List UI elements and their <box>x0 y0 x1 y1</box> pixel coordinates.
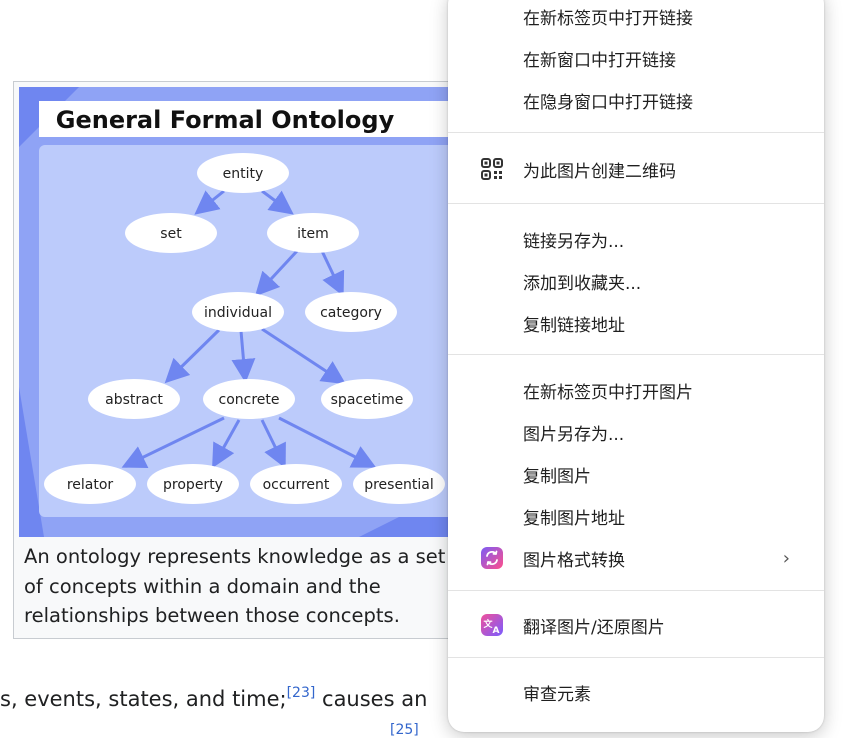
node-spacetime: spacetime <box>331 392 404 408</box>
node-presential: presential <box>364 477 434 493</box>
node-property: property <box>163 477 223 493</box>
menu-item-label: 为此图片创建二维码 <box>523 161 676 182</box>
menu-item-label: 链接另存为... <box>523 231 625 252</box>
figure-thumbnail: General Formal Ontology entity set item … <box>13 81 473 639</box>
menu-copy-image-address[interactable]: 复制图片地址 <box>448 496 824 536</box>
node-occurrent: occurrent <box>263 477 330 493</box>
menu-add-to-favorites[interactable]: 添加到收藏夹... <box>448 261 824 301</box>
menu-open-link-incognito[interactable]: 在隐身窗口中打开链接 <box>448 80 824 120</box>
menu-item-label: 复制图片地址 <box>523 508 625 529</box>
diagram-title: General Formal Ontology <box>56 106 395 134</box>
image-convert-icon <box>480 546 504 570</box>
menu-separator <box>448 657 824 658</box>
node-set: set <box>160 226 182 242</box>
ontology-image[interactable]: General Formal Ontology entity set item … <box>19 87 459 537</box>
menu-copy-image[interactable]: 复制图片 <box>448 454 824 494</box>
chevron-right-icon: › <box>782 547 790 569</box>
menu-item-label: 图片另存为... <box>523 424 625 445</box>
body-text-start: s, events, states, and time; <box>0 687 287 711</box>
node-concrete: concrete <box>219 392 280 408</box>
qr-code-icon <box>480 157 504 181</box>
citation-link-partial[interactable]: [25] <box>390 722 419 738</box>
node-relator: relator <box>67 477 114 493</box>
node-abstract: abstract <box>105 392 163 408</box>
node-category: category <box>320 305 382 321</box>
menu-item-label: 在隐身窗口中打开链接 <box>523 92 693 113</box>
menu-save-link-as[interactable]: 链接另存为... <box>448 219 824 259</box>
menu-item-label: 图片格式转换 <box>523 550 625 571</box>
menu-create-qr-code[interactable]: 为此图片创建二维码 <box>448 149 824 189</box>
menu-item-label: 在新标签页中打开链接 <box>523 8 693 29</box>
node-item: item <box>297 226 329 242</box>
menu-separator <box>448 203 824 204</box>
menu-open-image-new-tab[interactable]: 在新标签页中打开图片 <box>448 370 824 410</box>
node-individual: individual <box>204 305 272 321</box>
menu-item-label: 在新标签页中打开图片 <box>523 382 693 403</box>
context-menu: 在新标签页中打开链接 在新窗口中打开链接 在隐身窗口中打开链接 为此图片创建二维… <box>448 0 824 732</box>
translate-icon: 文 A <box>480 613 504 637</box>
menu-open-link-new-tab[interactable]: 在新标签页中打开链接 <box>448 0 824 36</box>
menu-open-link-new-window[interactable]: 在新窗口中打开链接 <box>448 38 824 78</box>
body-text-line: s, events, states, and time;[23] causes … <box>0 685 427 711</box>
menu-item-label: 复制图片 <box>523 466 591 487</box>
citation-link[interactable]: [23] <box>287 685 316 701</box>
ontology-diagram: General Formal Ontology entity set item … <box>19 87 459 537</box>
menu-item-label: 翻译图片/还原图片 <box>523 617 665 638</box>
menu-save-image-as[interactable]: 图片另存为... <box>448 412 824 452</box>
menu-image-format-convert[interactable]: 图片格式转换 › <box>448 538 824 578</box>
node-entity: entity <box>223 166 264 182</box>
menu-item-label: 在新窗口中打开链接 <box>523 50 676 71</box>
menu-copy-link-address[interactable]: 复制链接地址 <box>448 303 824 343</box>
body-text-end: causes an <box>315 687 428 711</box>
svg-text:A: A <box>493 626 500 636</box>
menu-separator <box>448 590 824 591</box>
figure-caption: An ontology represents knowledge as a se… <box>24 545 446 627</box>
menu-separator <box>448 354 824 355</box>
menu-item-label: 审查元素 <box>523 684 591 705</box>
menu-item-label: 复制链接地址 <box>523 315 625 336</box>
menu-item-label: 添加到收藏夹... <box>523 273 642 294</box>
menu-inspect-element[interactable]: 审查元素 <box>448 672 824 712</box>
menu-translate-image[interactable]: 文 A 翻译图片/还原图片 <box>448 605 824 645</box>
menu-separator <box>448 132 824 133</box>
